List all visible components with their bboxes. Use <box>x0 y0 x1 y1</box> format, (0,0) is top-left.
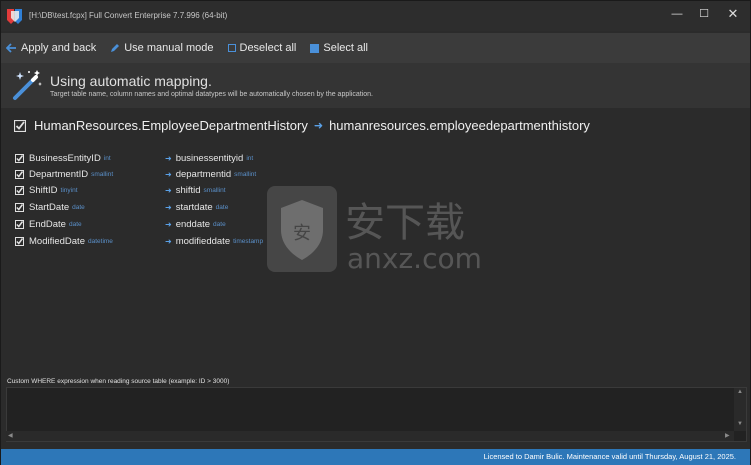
table-checkbox[interactable] <box>14 119 26 132</box>
scroll-right-icon[interactable]: ▶ <box>725 432 730 439</box>
source-column-type: datetime <box>87 237 113 245</box>
scroll-left-icon[interactable]: ◀ <box>8 432 13 439</box>
target-column-name[interactable]: shiftid <box>176 185 201 196</box>
close-button[interactable]: ✕ <box>722 5 744 23</box>
target-column-row: ➜ enddate date <box>165 217 226 231</box>
maximize-button[interactable]: ☐ <box>693 5 715 23</box>
target-column-row: ➜ shiftid smallint <box>165 183 226 197</box>
source-column-name: ShiftID <box>29 184 58 196</box>
scroll-down-icon[interactable]: ▼ <box>737 421 743 427</box>
watermark: 安 安下载 anxz.com <box>267 186 482 272</box>
target-column-row: ➜ businessentityid int <box>165 151 253 165</box>
table-mapping-header: HumanResources.EmployeeDepartmentHistory… <box>14 118 590 133</box>
target-column-name[interactable]: startdate <box>176 202 213 213</box>
window-title: [H:\DB\test.fcpx] Full Convert Enterpris… <box>29 11 228 20</box>
source-column-type: date <box>68 220 82 228</box>
source-column-type: int <box>103 154 111 162</box>
arrow-right-icon: ➜ <box>313 120 324 132</box>
watermark-text: 安下载 <box>345 200 465 246</box>
banner-subtitle: Target table name, column names and opti… <box>50 91 373 98</box>
apply-and-back-button[interactable]: Apply and back <box>6 42 96 54</box>
scroll-up-icon[interactable]: ▲ <box>737 389 743 395</box>
deselect-all-label: Deselect all <box>239 42 297 54</box>
source-column-name: ModifiedDate <box>29 235 85 247</box>
target-column-type[interactable]: date <box>216 204 229 211</box>
target-column-name[interactable]: modifieddate <box>176 236 230 247</box>
target-column-type[interactable]: int <box>246 155 253 162</box>
unchecked-box-icon <box>227 44 236 52</box>
target-column-type[interactable]: smallint <box>234 171 256 178</box>
source-column-type: smallint <box>91 170 114 178</box>
svg-text:安: 安 <box>293 223 311 244</box>
column-row: BusinessEntityID int <box>15 151 111 165</box>
target-column-type[interactable]: date <box>213 221 226 228</box>
target-column-name[interactable]: departmentid <box>176 169 231 180</box>
app-window: [H:\DB\test.fcpx] Full Convert Enterpris… <box>0 0 751 465</box>
column-row: ShiftID tinyint <box>15 183 78 197</box>
arrow-right-icon: ➜ <box>165 219 172 229</box>
target-table-name[interactable]: humanresources.employeedepartmenthistory <box>329 118 590 133</box>
arrow-right-icon: ➜ <box>165 185 172 195</box>
arrow-right-icon: ➜ <box>165 169 172 179</box>
column-checkbox[interactable] <box>15 153 24 163</box>
magic-wand-icon <box>13 70 42 100</box>
title-bar: [H:\DB\test.fcpx] Full Convert Enterpris… <box>1 1 750 31</box>
source-column-name: StartDate <box>29 201 70 213</box>
target-column-type[interactable]: timestamp <box>233 238 263 245</box>
target-column-row: ➜ startdate date <box>165 200 228 214</box>
arrow-right-icon: ➜ <box>165 202 172 212</box>
app-logo-icon <box>7 9 22 24</box>
source-column-type: date <box>72 203 85 211</box>
toolbar: Apply and back Use manual mode Deselect … <box>1 33 750 63</box>
arrow-right-icon: ➜ <box>165 153 172 163</box>
source-column-name: BusinessEntityID <box>29 152 101 164</box>
column-row: DepartmentID smallint <box>15 167 113 181</box>
vertical-scrollbar[interactable]: ▲ ▼ <box>734 388 746 431</box>
minimize-button[interactable]: — <box>666 5 688 23</box>
select-all-button[interactable]: Select all <box>310 42 368 54</box>
license-status-text: Licensed to Damir Bulic. Maintenance val… <box>483 452 736 461</box>
column-row: EndDate date <box>15 217 82 231</box>
target-column-row: ➜ departmentid smallint <box>165 167 256 181</box>
deselect-all-button[interactable]: Deselect all <box>227 42 297 54</box>
checked-box-icon <box>310 43 320 53</box>
watermark-domain: anxz.com <box>347 242 482 272</box>
select-all-label: Select all <box>323 42 368 54</box>
arrow-left-icon <box>6 43 17 53</box>
use-manual-mode-label: Use manual mode <box>124 42 214 54</box>
column-checkbox[interactable] <box>15 202 24 212</box>
where-expression-label: Custom WHERE expression when reading sou… <box>7 378 230 385</box>
horizontal-scrollbar[interactable]: ◀ ▶ <box>6 431 734 441</box>
pencil-icon <box>110 43 120 53</box>
target-column-row: ➜ modifieddate timestamp <box>165 234 263 248</box>
source-column-name: DepartmentID <box>29 168 89 180</box>
column-row: ModifiedDate datetime <box>15 234 113 248</box>
target-column-type[interactable]: smallint <box>204 187 226 194</box>
column-checkbox[interactable] <box>15 185 24 195</box>
arrow-right-icon: ➜ <box>165 236 172 246</box>
column-checkbox[interactable] <box>15 169 24 179</box>
use-manual-mode-button[interactable]: Use manual mode <box>110 42 214 54</box>
column-checkbox[interactable] <box>15 236 24 246</box>
source-column-type: tinyint <box>60 186 78 194</box>
banner-title: Using automatic mapping. <box>50 73 212 89</box>
mapping-mode-banner: Using automatic mapping. Target table na… <box>1 63 750 108</box>
source-table-name: HumanResources.EmployeeDepartmentHistory <box>34 118 308 133</box>
source-column-name: EndDate <box>29 218 66 230</box>
target-column-name[interactable]: enddate <box>176 219 210 230</box>
column-checkbox[interactable] <box>15 219 24 229</box>
status-bar: Licensed to Damir Bulic. Maintenance val… <box>1 449 750 465</box>
column-row: StartDate date <box>15 200 85 214</box>
target-column-name[interactable]: businessentityid <box>176 153 244 164</box>
apply-and-back-label: Apply and back <box>21 42 97 54</box>
